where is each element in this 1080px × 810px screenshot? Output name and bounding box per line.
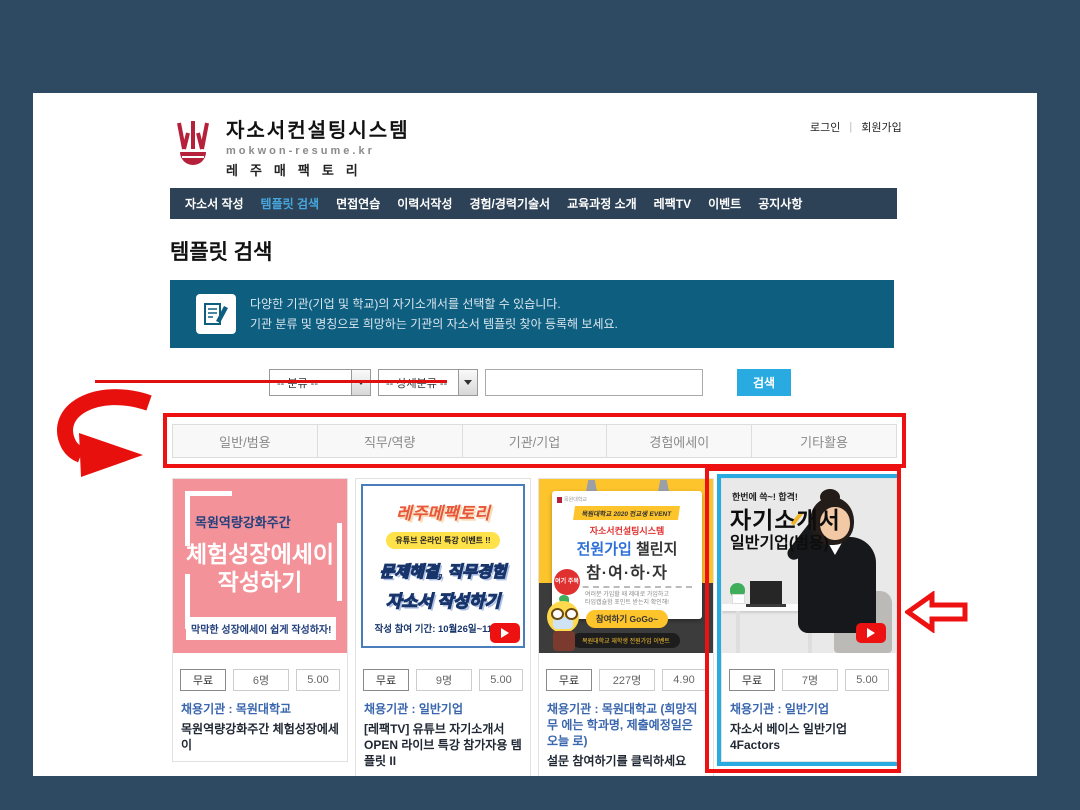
nav-item-cv-write[interactable]: 이력서작성 <box>397 195 452 212</box>
category-tabs: 일반/범용 직무/역량 기관/기업 경험에세이 기타활용 <box>172 424 897 458</box>
nav-item-interview[interactable]: 면접연습 <box>336 195 380 212</box>
divider <box>562 586 692 588</box>
nav-item-notice[interactable]: 공지사항 <box>758 195 802 212</box>
template-card-4[interactable]: 한번에 쓱~! 합격! 자기소개서 일반기업(범용) 무료 7명 5.00 채용… <box>721 478 897 762</box>
note-pencil-icon <box>196 294 236 334</box>
plant-graphic <box>732 594 745 604</box>
template-card-2[interactable]: 레주메팩토리 유튜브 온라인 특강 이벤트 !! 문제해결, 직무경험 자소서 … <box>355 478 531 776</box>
keyword-input[interactable] <box>485 369 703 396</box>
org-link[interactable]: 채용기관 : 일반기업 <box>730 701 888 717</box>
attention-badge: 여기 주목 <box>554 569 580 595</box>
card-title[interactable]: 목원역량강화주간 체험성장에세이 <box>181 721 339 753</box>
nav-item-template-search[interactable]: 템플릿 검색 <box>261 195 320 212</box>
org-link[interactable]: 채용기관 : 일반기업 <box>364 701 522 717</box>
thumb-headline: 전원가입 챌린지 <box>552 538 702 559</box>
chevron-down-icon[interactable] <box>458 370 477 395</box>
annotation-underline <box>95 380 447 383</box>
brand-subtitle: 레주매팩토리 <box>226 160 410 179</box>
card2-stats: 무료 9명 5.00 <box>356 669 530 691</box>
nav-item-repack-tv[interactable]: 레팩TV <box>654 195 691 212</box>
brand-emblem-icon <box>170 119 216 177</box>
card1-thumbnail[interactable]: 목원역량강화주간 체험성장에세이 작성하기 막막한 성장에세이 쉽게 작성하자! <box>173 479 347 653</box>
nav-item-curriculum[interactable]: 교육과정 소개 <box>567 195 637 212</box>
tab-experience-essay[interactable]: 경험에세이 <box>606 424 752 458</box>
price-badge: 무료 <box>363 669 409 691</box>
nav-item-experience[interactable]: 경험/경력기술서 <box>469 195 550 212</box>
ribbon-banner: 목원대학교 2020 전교생 EVENT <box>573 506 680 520</box>
site-logo[interactable]: 자소서컨설팅시스템 mokwon-resume.kr 레주매팩토리 <box>170 119 410 179</box>
login-link[interactable]: 로그인 <box>810 119 840 135</box>
rating-value: 4.90 <box>662 669 706 691</box>
notice-line1: 다양한 기관(기업 및 학교)의 자기소개서를 선택할 수 있습니다. <box>250 294 618 314</box>
desk-graphic <box>736 611 740 653</box>
search-button[interactable]: 검색 <box>737 369 791 396</box>
card2-caption: 채용기관 : 일반기업 [레팩TV] 유튜브 자기소개서 OPEN 라이브 특강… <box>356 691 530 769</box>
signup-link[interactable]: 회원가입 <box>861 119 901 135</box>
brand-title: 자소서컨설팅시스템 <box>226 119 410 143</box>
card1-stats: 무료 6명 5.00 <box>173 669 347 691</box>
notice-line2: 기관 분류 및 명칭으로 희망하는 기관의 자소서 템플릿 찾아 등록해 보세요… <box>250 314 618 334</box>
page-title: 템플릿 검색 <box>170 236 272 266</box>
laptop-graphic <box>746 604 786 607</box>
join-button[interactable]: 참여하기 GoGo~ <box>586 610 668 628</box>
participant-count: 7명 <box>782 669 838 691</box>
rating-value: 5.00 <box>296 669 340 691</box>
annotation-curved-arrow-icon <box>45 387 155 479</box>
card2-thumbnail[interactable]: 레주메팩토리 유튜브 온라인 특강 이벤트 !! 문제해결, 직무경험 자소서 … <box>356 479 530 653</box>
rating-value: 5.00 <box>845 669 889 691</box>
footer-pill: 목원대학교 재학생 전원가입 이벤트 <box>572 633 680 648</box>
tab-organization[interactable]: 기관/기업 <box>462 424 608 458</box>
laptop-graphic <box>750 581 782 604</box>
card4-caption: 채용기관 : 일반기업 자소서 베이스 일반기업 4Factors <box>722 691 896 753</box>
participant-count: 9명 <box>416 669 472 691</box>
participant-count: 6명 <box>233 669 289 691</box>
nav-item-event[interactable]: 이벤트 <box>708 195 741 212</box>
university-mark: 목원대학교 <box>552 496 702 503</box>
org-link[interactable]: 채용기관 : 목원대학교 (희망직무 에는 학과명, 제출예정일은 오늘 로) <box>547 701 705 749</box>
account-links: 로그인 | 회원가입 <box>810 119 902 135</box>
youtube-play-icon[interactable] <box>490 623 520 643</box>
card-title[interactable]: 설문 참여하기를 클릭하세요 <box>547 753 705 769</box>
brand-text: 자소서컨설팅시스템 mokwon-resume.kr 레주매팩토리 <box>226 119 410 179</box>
nav-item-resume-write[interactable]: 자소서 작성 <box>185 195 244 212</box>
thumb-brand: 자소서컨설팅시스템 <box>552 524 702 537</box>
template-card-3[interactable]: 목원대학교 목원대학교 2020 전교생 EVENT 자소서컨설팅시스템 전원가… <box>538 478 714 776</box>
card4-thumbnail[interactable]: 한번에 쓱~! 합격! 자기소개서 일반기업(범용) <box>722 479 896 653</box>
price-badge: 무료 <box>180 669 226 691</box>
annotation-left-arrow-icon <box>905 591 969 633</box>
mascot-character <box>543 595 587 651</box>
price-badge: 무료 <box>546 669 592 691</box>
card-title[interactable]: [레팩TV] 유튜브 자기소개서 OPEN 라이브 특강 참가자용 템플릿 II <box>364 721 522 769</box>
tab-job-competency[interactable]: 직무/역량 <box>317 424 463 458</box>
tab-other-use[interactable]: 기타활용 <box>751 424 897 458</box>
card3-thumbnail[interactable]: 목원대학교 목원대학교 2020 전교생 EVENT 자소서컨설팅시스템 전원가… <box>539 479 713 653</box>
page-content: 자소서컨설팅시스템 mokwon-resume.kr 레주매팩토리 로그인 | … <box>33 93 1037 776</box>
thumb-tagline: 막막한 성장에세이 쉽게 작성하자! <box>186 617 336 640</box>
account-divider: | <box>849 121 852 133</box>
youtube-play-icon[interactable] <box>856 623 886 643</box>
card3-caption: 채용기관 : 목원대학교 (희망직무 에는 학과명, 제출예정일은 오늘 로) … <box>539 691 713 769</box>
thumb-headline2: 일반기업(범용) <box>730 529 829 553</box>
price-badge: 무료 <box>729 669 775 691</box>
card4-stats: 무료 7명 5.00 <box>722 669 896 691</box>
participant-count: 227명 <box>599 669 655 691</box>
brand-domain: mokwon-resume.kr <box>226 145 410 157</box>
org-link[interactable]: 채용기관 : 목원대학교 <box>181 701 339 717</box>
main-nav: 자소서 작성 템플릿 검색 면접연습 이력서작성 경험/경력기술서 교육과정 소… <box>170 188 897 219</box>
card-title[interactable]: 자소서 베이스 일반기업 4Factors <box>730 721 888 753</box>
notice-text: 다양한 기관(기업 및 학교)의 자기소개서를 선택할 수 있습니다. 기관 분… <box>250 294 618 334</box>
tab-general[interactable]: 일반/범용 <box>172 424 318 458</box>
card1-caption: 채용기관 : 목원대학교 목원역량강화주간 체험성장에세이 <box>173 691 347 753</box>
notice-banner: 다양한 기관(기업 및 학교)의 자기소개서를 선택할 수 있습니다. 기관 분… <box>170 280 894 348</box>
card3-stats: 무료 227명 4.90 <box>539 669 713 691</box>
thumb-headline2: 작성하기 <box>173 563 347 597</box>
rating-value: 5.00 <box>479 669 523 691</box>
template-card-1[interactable]: 목원역량강화주간 체험성장에세이 작성하기 막막한 성장에세이 쉽게 작성하자!… <box>172 478 348 762</box>
thumb-kicker: 목원역량강화주간 <box>195 512 291 531</box>
